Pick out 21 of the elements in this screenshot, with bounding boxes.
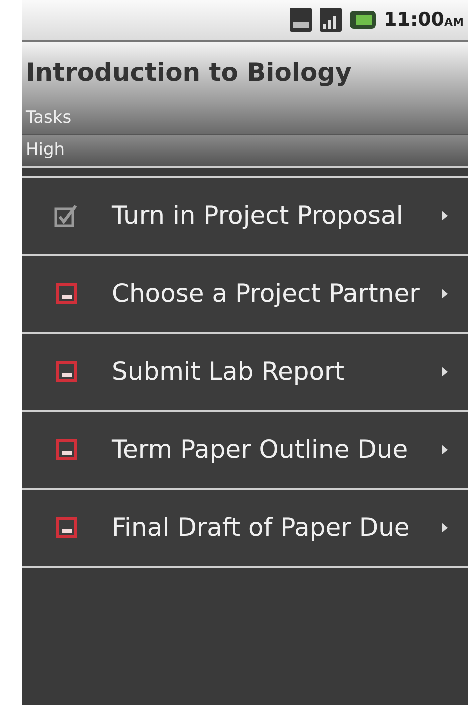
checkbox-checked-icon[interactable] <box>54 203 80 229</box>
task-title: Choose a Project Partner <box>112 278 421 310</box>
battery-icon <box>350 9 376 31</box>
checkbox-icon[interactable] <box>54 359 80 385</box>
checkbox-icon[interactable] <box>54 515 80 541</box>
checkbox-icon[interactable] <box>54 281 80 307</box>
section-label: Tasks <box>26 106 72 130</box>
task-title: Turn in Project Proposal <box>112 200 404 232</box>
chevron-right-icon <box>442 445 448 455</box>
task-title: Term Paper Outline Due <box>112 434 410 466</box>
clock: 11:00AM <box>384 8 464 33</box>
signal-icon <box>320 8 342 32</box>
checkbox-icon[interactable] <box>54 437 80 463</box>
chevron-right-icon <box>442 211 448 221</box>
chevron-right-icon <box>442 289 448 299</box>
course-title: Introduction to Biology <box>26 56 352 89</box>
group-label: High <box>26 138 66 162</box>
chevron-right-icon <box>442 367 448 377</box>
chevron-right-icon <box>442 523 448 533</box>
task-title: Submit Lab Report <box>112 356 346 388</box>
task-title: Final Draft of Paper Due <box>112 512 411 544</box>
